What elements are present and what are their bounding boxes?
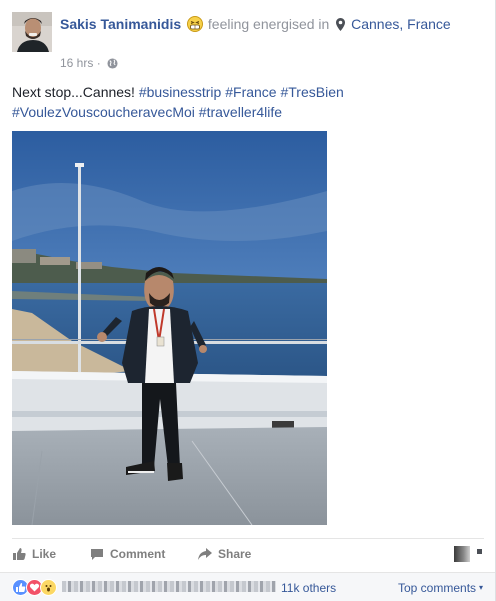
like-button[interactable]: Like [12, 546, 56, 562]
globe-icon[interactable] [107, 57, 118, 73]
comment-bubble-icon [91, 549, 103, 560]
location-link[interactable]: Cannes, France [351, 16, 451, 32]
timestamp[interactable]: 16 hrs [60, 56, 93, 70]
hashtag-link[interactable]: #businesstrip [139, 84, 222, 100]
reactions-others-count[interactable]: 11k others [281, 581, 336, 595]
share-arrow-icon [198, 548, 212, 560]
author-avatar[interactable] [12, 12, 52, 52]
reactions-bar: 11k others Top comments ▾ [0, 572, 495, 601]
top-comments-dropdown[interactable]: Top comments ▾ [398, 581, 483, 595]
reaction-icons[interactable] [12, 579, 64, 596]
top-comments-label: Top comments [398, 581, 477, 595]
post-text: Next stop...Cannes! #businesstrip #Franc… [12, 82, 482, 122]
activity-text: feeling energised in [207, 16, 330, 32]
hashtag-link[interactable]: #TresBien [280, 84, 343, 100]
thumbs-up-icon [13, 548, 26, 560]
blurred-reactor-names[interactable] [62, 581, 276, 592]
map-pin-icon [336, 16, 346, 37]
grinning-energised-emoji-icon [187, 16, 204, 38]
post-meta: 16 hrs · [60, 55, 118, 73]
wow-reaction-icon [40, 579, 57, 596]
hashtag-link[interactable]: #traveller4life [199, 104, 282, 120]
like-label: Like [32, 547, 57, 561]
share-button[interactable]: Share [197, 546, 251, 562]
author-name[interactable]: Sakis Tanimanidis [60, 16, 181, 32]
viewer-avatar[interactable] [454, 546, 470, 562]
hashtag-link[interactable]: #France [225, 84, 276, 100]
share-label: Share [218, 547, 252, 561]
meta-separator: · [96, 56, 101, 70]
hashtag-link[interactable]: #VoulezVouscoucheravecMoi [12, 104, 195, 120]
comment-label: Comment [110, 547, 166, 561]
comment-button[interactable]: Comment [90, 546, 165, 562]
viewer-dropdown-icon[interactable] [477, 549, 482, 554]
post-intro: Next stop...Cannes! [12, 84, 135, 100]
post-photo[interactable] [12, 131, 327, 525]
feed-post: Sakis Tanimanidis feeling energised in C… [0, 0, 496, 601]
post-actions-bar: Like Comment Share [12, 538, 484, 568]
post-header: Sakis Tanimanidis feeling energised in C… [60, 14, 480, 38]
chevron-down-icon: ▾ [479, 583, 484, 592]
